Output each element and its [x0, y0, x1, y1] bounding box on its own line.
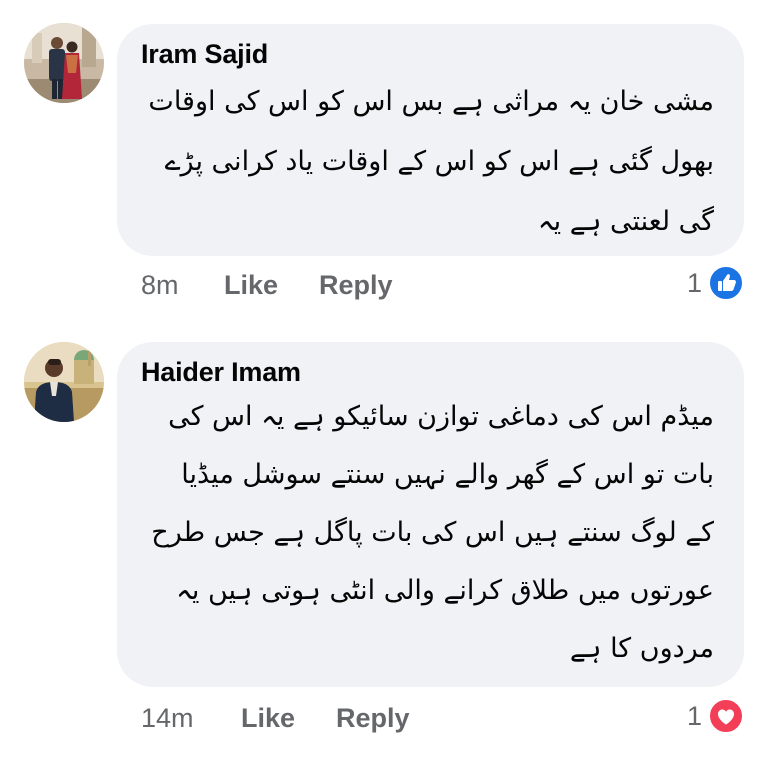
comment-text: میڈم اس کی دماغی توازن سائیکو ہے یہ اس ک…: [151, 401, 714, 664]
like-button[interactable]: Like: [224, 270, 278, 301]
avatar-photo-icon: [24, 23, 104, 103]
love-icon: [708, 698, 744, 734]
comment-timestamp: 14m: [141, 703, 194, 733]
comment-bubble: Haider Imam میڈم اس کی دماغی توازن سائیک…: [117, 342, 744, 687]
comment-timestamp: 8m: [141, 270, 179, 300]
author-name[interactable]: Iram Sajid: [141, 38, 714, 70]
comment-text: مشی خان یہ مراثی ہے بس اس کو اس کی اوقات…: [148, 86, 714, 237]
reaction-summary[interactable]: 1: [686, 698, 744, 734]
reply-button[interactable]: Reply: [319, 270, 393, 301]
avatar[interactable]: [24, 23, 104, 103]
reaction-count: 1: [686, 267, 702, 298]
avatar[interactable]: [24, 342, 104, 422]
author-name[interactable]: Haider Imam: [141, 356, 714, 388]
reaction-count: 1: [686, 700, 702, 731]
reply-button[interactable]: Reply: [336, 703, 410, 734]
like-button[interactable]: Like: [241, 703, 295, 734]
comment-bubble: Iram Sajid مشی خان یہ مراثی ہے بس اس کو …: [117, 24, 744, 256]
like-icon: [708, 265, 744, 301]
reaction-summary[interactable]: 1: [686, 265, 744, 301]
avatar-photo-icon: [24, 342, 104, 422]
